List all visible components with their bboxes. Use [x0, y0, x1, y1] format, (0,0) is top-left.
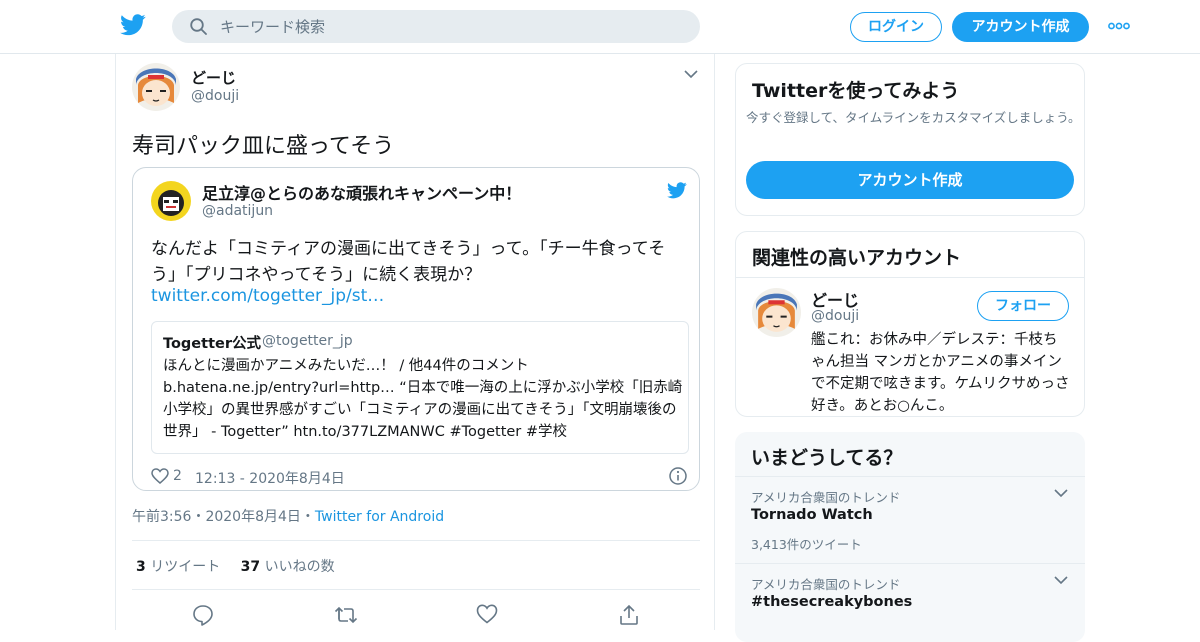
reply-icon[interactable]: [192, 604, 214, 626]
trend-item[interactable]: アメリカ合衆国のトレンド Tornado Watch 3,413件のツイート: [735, 476, 1085, 562]
trend-tweet-count: 3,413件のツイート: [751, 537, 862, 552]
heart-icon[interactable]: [151, 468, 169, 484]
divider: [132, 589, 700, 590]
quoted-tweet[interactable]: 足立淳@とらのあな頑張れキャンペーン中！ @adatijun なんだよ「コミティ…: [132, 167, 700, 491]
tweet-detail: どーじ @douji 寿司パック皿に盛ってそう 足立淳@とらのあな頑張れキャンペ…: [115, 54, 715, 630]
create-account-button[interactable]: アカウント作成: [746, 161, 1074, 199]
tweet-stats: 3 リツイート 37 いいねの数: [136, 556, 335, 576]
author-name[interactable]: どーじ: [191, 67, 236, 88]
signup-card-description: 今すぐ登録して、タイムラインをカスタマイズしましょう。: [746, 110, 1081, 125]
quoted-tweet-text: なんだよ「コミティアの漫画に出てきそう」って。「チー牛食ってそう」「プリコネやっ…: [151, 239, 666, 285]
quoted-tweet-link[interactable]: twitter.com/togetter_jp/st…: [151, 286, 384, 306]
twitter-bird-icon: [667, 182, 687, 199]
quoted-author-handle[interactable]: @adatijun: [202, 203, 273, 219]
trends-title: いまどうしてる？: [751, 447, 903, 469]
twitter-bird-icon[interactable]: [120, 14, 146, 36]
tweet-client-link[interactable]: Twitter for Android: [315, 509, 444, 525]
avatar-image: [752, 288, 801, 337]
search-input[interactable]: [220, 10, 680, 43]
inner-tweet-text: ほんとに漫画かアニメみたいだ…！ / 他44件のコメント b.hatena.ne…: [163, 358, 683, 440]
avatar[interactable]: [132, 63, 180, 111]
author-handle[interactable]: @douji: [191, 88, 239, 104]
quoted-like-count: 2: [173, 468, 182, 484]
signup-card-title: Twitterを使ってみよう: [752, 80, 960, 102]
tweet-actions: [116, 602, 716, 630]
quoted-author-name[interactable]: 足立淳@とらのあな頑張れキャンペーン中！: [202, 180, 521, 204]
quoted-tweet-date[interactable]: 12:13 - 2020年8月4日: [195, 468, 345, 488]
trend-name[interactable]: #thesecreakybones: [751, 594, 912, 610]
chevron-down-icon[interactable]: [1054, 576, 1068, 585]
retweet-icon[interactable]: [334, 604, 358, 626]
tweet-meta: 午前3:56・2020年8月4日・Twitter for Android: [132, 506, 444, 526]
tweet-text: 寿司パック皿に盛ってそう: [132, 134, 395, 159]
more-options-icon[interactable]: [1108, 22, 1130, 30]
related-accounts-title: 関連性の高いアカウント: [752, 247, 962, 269]
inner-author-handle: @togetter_jp: [262, 333, 353, 349]
chevron-down-icon[interactable]: [1054, 489, 1068, 498]
related-account-handle[interactable]: @douji: [811, 308, 859, 324]
trend-context: アメリカ合衆国のトレンド: [751, 490, 901, 505]
top-bar: ログイン アカウント作成: [0, 0, 1200, 54]
like-count[interactable]: 37: [241, 559, 260, 575]
info-icon[interactable]: [669, 467, 687, 485]
follow-button[interactable]: フォロー: [977, 291, 1069, 321]
like-heart-icon[interactable]: [476, 604, 498, 624]
share-icon[interactable]: [618, 604, 640, 626]
inner-author-name: Togetter公式: [163, 336, 261, 352]
retweet-count[interactable]: 3: [136, 559, 146, 575]
trends-panel: いまどうしてる？ アメリカ合衆国のトレンド Tornado Watch 3,41…: [735, 432, 1085, 642]
divider: [736, 277, 1084, 278]
trend-name[interactable]: Tornado Watch: [751, 507, 873, 523]
login-button[interactable]: ログイン: [850, 12, 942, 42]
search-icon: [190, 18, 207, 35]
like-label[interactable]: いいねの数: [265, 559, 335, 575]
search-box[interactable]: [172, 10, 700, 43]
related-avatar[interactable]: [752, 288, 801, 337]
quoted-avatar[interactable]: [151, 181, 191, 221]
related-account-bio: 艦これ：お休み中／デレステ：千枝ちゃん担当 マンガとかアニメの事メインで不定期で…: [811, 332, 1070, 414]
trend-item[interactable]: アメリカ合衆国のトレンド #thesecreakybones: [735, 563, 1085, 642]
avatar-image: [132, 63, 180, 111]
quoted-avatar-image: [151, 181, 191, 221]
tweet-timestamp[interactable]: 午前3:56・2020年8月4日・: [132, 509, 315, 525]
signup-button[interactable]: アカウント作成: [952, 12, 1089, 42]
retweet-label[interactable]: リツイート: [150, 559, 220, 575]
signup-card: Twitterを使ってみよう 今すぐ登録して、タイムラインをカスタマイズしましょ…: [735, 63, 1085, 216]
trend-context: アメリカ合衆国のトレンド: [751, 577, 901, 592]
divider: [132, 540, 700, 541]
related-accounts-card: 関連性の高いアカウント どーじ @douji フォロー 艦これ：お休み中／デレス…: [735, 231, 1085, 417]
inner-quoted-tweet[interactable]: Togetter公式 @togetter_jp ほんとに漫画かアニメみたいだ…！…: [151, 321, 689, 454]
chevron-down-icon[interactable]: [684, 70, 698, 79]
